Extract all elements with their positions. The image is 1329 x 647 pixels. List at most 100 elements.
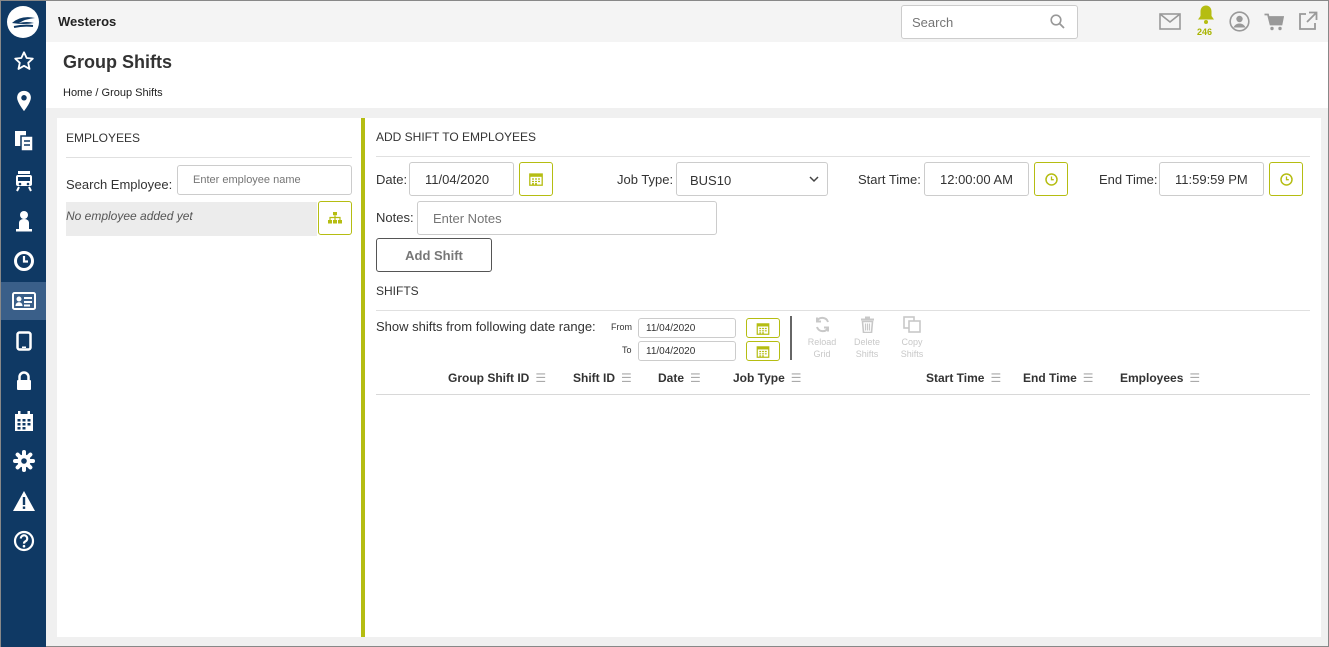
- date-range-label: Show shifts from following date range:: [376, 319, 596, 334]
- external-link-icon[interactable]: [1298, 11, 1318, 34]
- column-menu-icon[interactable]: ☰: [1189, 371, 1200, 385]
- refresh-icon: [815, 316, 829, 333]
- bus-icon[interactable]: [1, 162, 46, 200]
- documents-icon[interactable]: [1, 122, 46, 160]
- add-shift-title: ADD SHIFT TO EMPLOYEES: [376, 130, 537, 144]
- start-time-picker-button[interactable]: [1034, 162, 1068, 196]
- calendar-icon[interactable]: [1, 402, 46, 440]
- page-header: Group Shifts Home / Group Shifts: [46, 42, 1328, 108]
- column-shift-id[interactable]: Shift ID ☰: [573, 371, 632, 385]
- shifts-title: SHIFTS: [376, 284, 419, 298]
- top-bar: Westeros 246: [46, 1, 1328, 42]
- notes-input[interactable]: [417, 201, 717, 235]
- job-type-select[interactable]: BUS10: [676, 162, 828, 196]
- from-date-input[interactable]: [638, 318, 736, 338]
- column-menu-icon[interactable]: ☰: [621, 371, 632, 385]
- global-search[interactable]: [901, 5, 1078, 39]
- mail-icon[interactable]: [1159, 13, 1181, 33]
- breadcrumb: Home / Group Shifts: [63, 87, 163, 99]
- empty-employees-text: No employee added yet: [66, 209, 193, 223]
- id-card-icon[interactable]: [1, 282, 46, 320]
- column-date[interactable]: Date ☰: [658, 371, 701, 385]
- end-time-input[interactable]: [1159, 162, 1264, 196]
- page-title: Group Shifts: [63, 52, 172, 72]
- copy-label-2: Shifts: [900, 349, 924, 359]
- map-pin-icon[interactable]: [1, 82, 46, 120]
- divider: [66, 157, 352, 158]
- from-date-picker-button[interactable]: [746, 318, 780, 338]
- sidebar: [1, 1, 46, 647]
- employee-list: No employee added yet: [66, 202, 317, 236]
- add-shift-button[interactable]: Add Shift: [376, 238, 492, 272]
- copy-shifts-button[interactable]: Copy Shifts: [892, 316, 932, 360]
- date-input[interactable]: [409, 162, 514, 196]
- logo-icon[interactable]: [7, 6, 39, 38]
- employees-title: EMPLOYEES: [66, 131, 141, 145]
- job-type-label: Job Type:: [617, 172, 674, 187]
- chevron-down-icon: [809, 176, 819, 183]
- person-icon[interactable]: [1, 202, 46, 240]
- delete-label-1: Delete: [853, 337, 880, 347]
- column-job-type[interactable]: Job Type ☰: [733, 371, 802, 385]
- notes-label: Notes:: [376, 210, 414, 225]
- notification-count: 246: [1197, 27, 1213, 37]
- reload-label-2: Grid: [813, 349, 831, 359]
- end-time-picker-button[interactable]: [1269, 162, 1303, 196]
- job-type-value: BUS10: [690, 173, 732, 188]
- column-menu-icon[interactable]: ☰: [690, 371, 701, 385]
- search-employee-label: Search Employee:: [66, 177, 173, 192]
- column-menu-icon[interactable]: ☰: [535, 371, 546, 385]
- breadcrumb-separator: /: [95, 87, 99, 99]
- date-picker-button[interactable]: [519, 162, 553, 196]
- org-chart-button[interactable]: [318, 201, 352, 235]
- user-avatar-icon[interactable]: [1229, 11, 1250, 35]
- calendar-icon: [529, 173, 543, 186]
- column-menu-icon[interactable]: ☰: [791, 371, 802, 385]
- calendar-icon: [756, 322, 770, 335]
- to-date-input[interactable]: [638, 341, 736, 361]
- delete-shifts-button[interactable]: Delete Shifts: [847, 316, 887, 360]
- cart-icon[interactable]: [1264, 13, 1285, 34]
- start-time-input[interactable]: [924, 162, 1029, 196]
- trash-icon: [860, 316, 874, 334]
- column-end-time[interactable]: End Time ☰: [1023, 371, 1094, 385]
- warning-icon[interactable]: [1, 482, 46, 520]
- start-time-label: Start Time:: [858, 172, 921, 187]
- column-menu-icon[interactable]: ☰: [990, 371, 1001, 385]
- help-icon[interactable]: [1, 522, 46, 560]
- employees-panel: EMPLOYEES Search Employee: No employee a…: [57, 118, 361, 637]
- add-shift-panel: ADD SHIFT TO EMPLOYEES Date: Job Type: B…: [365, 118, 1321, 637]
- copy-icon: [903, 316, 921, 333]
- column-start-time[interactable]: Start Time ☰: [926, 371, 1001, 385]
- clock-icon[interactable]: [1, 242, 46, 280]
- bell-icon[interactable]: [1196, 4, 1216, 29]
- column-employees[interactable]: Employees ☰: [1120, 371, 1200, 385]
- clock-icon: [1044, 172, 1058, 186]
- to-label: To: [622, 345, 632, 355]
- toolbar-separator: [790, 316, 792, 360]
- search-input[interactable]: [902, 6, 1042, 38]
- from-label: From: [611, 322, 632, 332]
- breadcrumb-home[interactable]: Home: [63, 87, 92, 99]
- delete-label-2: Shifts: [855, 349, 879, 359]
- search-icon[interactable]: [1050, 14, 1065, 32]
- clock-icon: [1279, 172, 1293, 186]
- column-menu-icon[interactable]: ☰: [1083, 371, 1094, 385]
- gear-icon[interactable]: [1, 442, 46, 480]
- star-icon[interactable]: [1, 42, 46, 80]
- employee-search-input[interactable]: [177, 165, 352, 195]
- end-time-label: End Time:: [1099, 172, 1158, 187]
- copy-label-1: Copy: [901, 337, 923, 347]
- lock-icon[interactable]: [1, 362, 46, 400]
- to-date-picker-button[interactable]: [746, 341, 780, 361]
- column-group-shift-id[interactable]: Group Shift ID ☰: [448, 371, 546, 385]
- app-title: Westeros: [58, 14, 117, 29]
- grid-header-divider: [376, 394, 1310, 395]
- date-label: Date:: [376, 172, 408, 187]
- tablet-icon[interactable]: [1, 322, 46, 360]
- reload-grid-button[interactable]: Reload Grid: [802, 316, 842, 360]
- breadcrumb-current: Group Shifts: [101, 87, 163, 99]
- sitemap-icon: [328, 212, 342, 224]
- divider: [376, 310, 1310, 311]
- divider: [376, 156, 1310, 157]
